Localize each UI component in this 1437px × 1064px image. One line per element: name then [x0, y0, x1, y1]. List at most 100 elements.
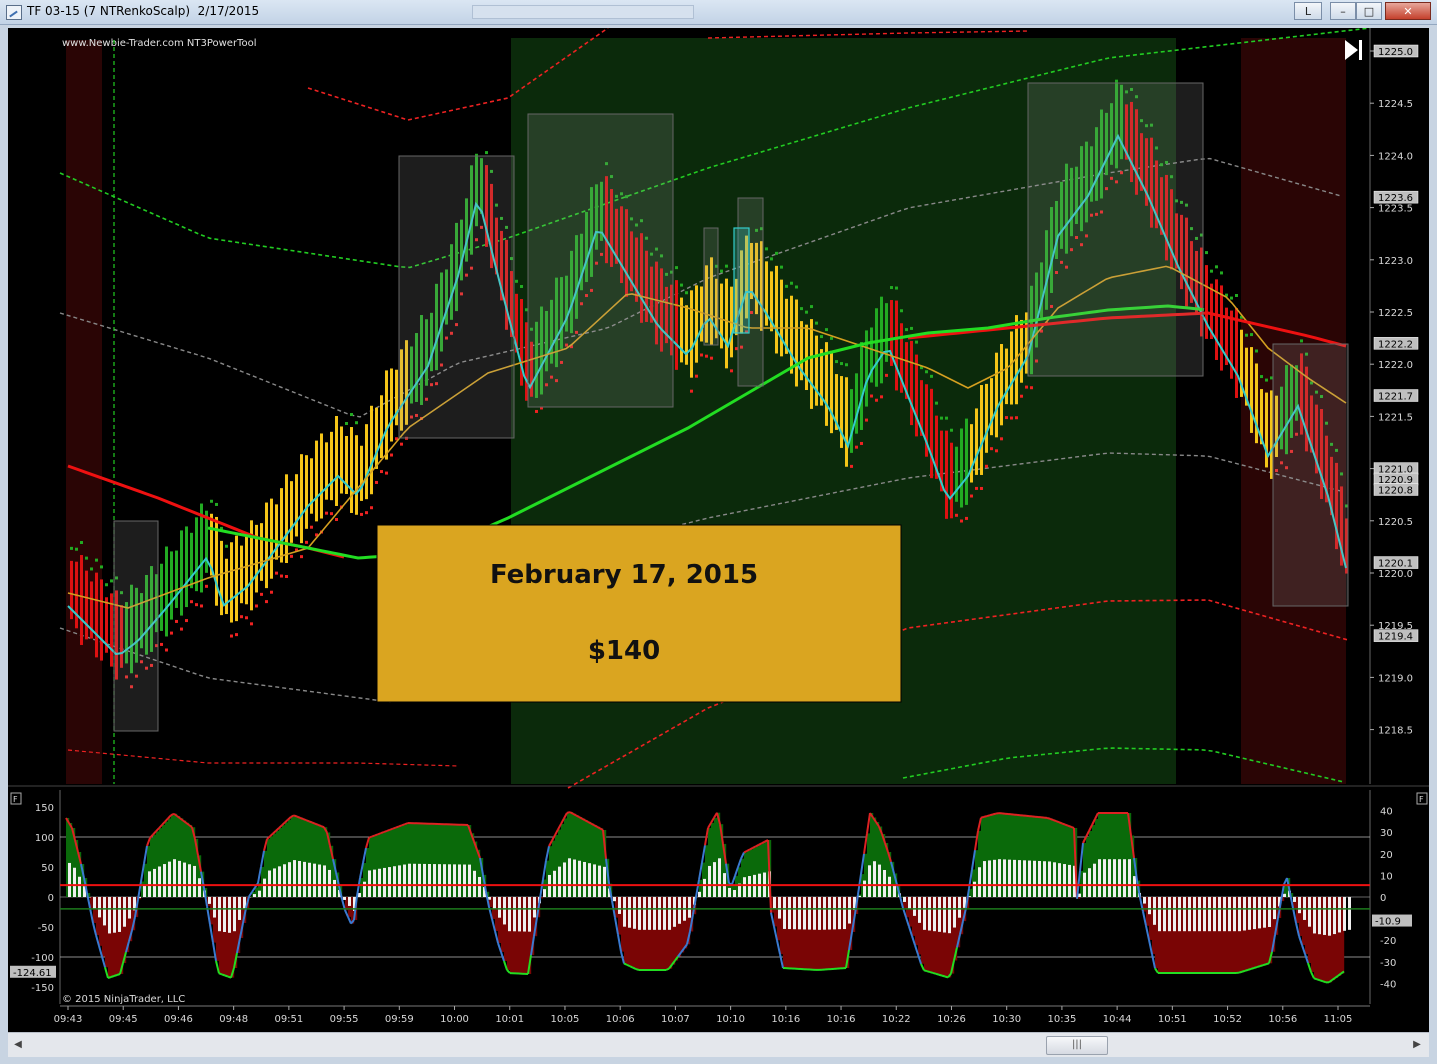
stop-dot: [305, 540, 308, 544]
chart-svg[interactable]: 1225.0 1224.5 1224.0 1223.5 1223.0 1222.5 1222…: [8, 28, 1429, 1032]
stop-dot: [870, 394, 873, 398]
osc-line: [761, 840, 766, 845]
ind-left-tag-label: -124.61: [13, 968, 52, 979]
stop-dot: [690, 389, 693, 393]
histogram-bar: [433, 864, 436, 897]
histogram-bar: [518, 897, 521, 932]
renko-bar: [990, 378, 993, 436]
stop-dot: [850, 464, 853, 468]
osc-line: [1322, 980, 1327, 984]
stop-dot: [970, 494, 973, 498]
maximize-button[interactable]: □: [1356, 2, 1382, 20]
stop-dot: [260, 592, 263, 596]
histogram-bar: [1228, 897, 1231, 932]
histogram-bar: [648, 897, 651, 930]
renko-bar: [245, 536, 248, 605]
renko-bar: [395, 369, 398, 426]
stop-dot: [975, 486, 978, 490]
histogram-bar: [798, 897, 801, 930]
renko-bar: [190, 532, 193, 589]
stop-dot: [840, 362, 843, 366]
stop-dot: [1215, 265, 1218, 269]
histogram-bar: [1098, 859, 1101, 897]
histogram-bar: [618, 897, 621, 914]
renko-bar: [690, 290, 693, 378]
horizontal-scrollbar[interactable]: ◀ ||| ▶: [8, 1032, 1429, 1057]
ind-right-label: 0: [1380, 893, 1386, 904]
osc-line: [398, 824, 403, 828]
osc-line: [626, 963, 631, 968]
histogram-bar: [228, 897, 231, 933]
histogram-bar: [793, 897, 796, 930]
histogram-bar: [218, 897, 221, 932]
histogram-bar: [788, 897, 791, 930]
osc-line: [404, 822, 409, 826]
stop-dot: [705, 354, 708, 358]
stop-dot: [165, 648, 168, 652]
histogram-bar: [143, 884, 146, 897]
histogram-bar: [1053, 862, 1056, 897]
minimize-button[interactable]: –: [1330, 2, 1356, 20]
stop-dot: [255, 604, 258, 608]
histogram-bar: [423, 863, 426, 897]
osc-line: [1052, 818, 1057, 823]
renko-bar: [325, 442, 328, 500]
osc-line: [746, 848, 751, 852]
histogram-bar: [833, 897, 836, 930]
renko-bar: [685, 305, 688, 365]
osc-line: [116, 973, 121, 976]
histogram-bar: [1018, 860, 1021, 897]
histogram-bar: [1273, 897, 1276, 920]
scroll-thumb[interactable]: |||: [1046, 1036, 1108, 1055]
stop-dot: [770, 257, 773, 261]
renko-bar: [695, 285, 698, 363]
stop-dot: [240, 615, 243, 619]
histogram-bar: [263, 878, 266, 897]
link-button[interactable]: L: [1294, 2, 1322, 20]
histogram-bar: [1068, 864, 1071, 897]
histogram-bar: [458, 864, 461, 897]
osc-line: [395, 825, 400, 829]
scroll-left-icon[interactable]: ◀: [11, 1037, 25, 1053]
renko-bar: [955, 446, 958, 502]
osc-line: [1247, 967, 1252, 971]
trade-box: [527, 113, 674, 408]
histogram-bar: [888, 876, 891, 897]
close-button[interactable]: ✕: [1385, 2, 1431, 20]
stop-dot: [265, 600, 268, 604]
histogram-bar: [708, 865, 711, 897]
scroll-right-icon[interactable]: ▶: [1410, 1037, 1424, 1053]
histogram-bar: [118, 897, 121, 932]
histogram-bar: [388, 867, 391, 897]
stop-dot: [365, 511, 368, 515]
stop-dot: [765, 247, 768, 251]
histogram-bar: [288, 862, 291, 897]
stop-dot: [940, 416, 943, 420]
stop-dot: [945, 416, 948, 420]
histogram-bar: [673, 897, 676, 927]
renko-bar: [370, 405, 373, 495]
stop-dot: [995, 449, 998, 453]
renko-bar: [185, 526, 188, 608]
osc-line: [110, 975, 115, 978]
stop-dot: [100, 565, 103, 569]
osc-line: [749, 846, 754, 851]
histogram-bar: [553, 870, 556, 897]
trade-box: [703, 227, 719, 346]
ind-left-label: 0: [48, 893, 54, 904]
trade-box: [398, 155, 515, 439]
renko-bar: [895, 300, 898, 391]
banner-date: February 17, 2015: [490, 560, 758, 590]
stop-dot: [910, 326, 913, 330]
panel-marker-right-label: F: [1419, 795, 1424, 804]
stop-dot: [230, 634, 233, 638]
histogram-bar: [588, 863, 591, 897]
chart-area[interactable]: 1225.0 1224.5 1224.0 1223.5 1223.0 1222.5 1222…: [8, 28, 1429, 1032]
stop-dot: [200, 604, 203, 608]
histogram-bar: [698, 891, 701, 897]
renko-bar: [350, 427, 353, 513]
histogram-bar: [1253, 897, 1256, 930]
renko-bar: [845, 377, 848, 467]
renko-bar: [1235, 308, 1238, 398]
histogram-bar: [128, 897, 131, 919]
